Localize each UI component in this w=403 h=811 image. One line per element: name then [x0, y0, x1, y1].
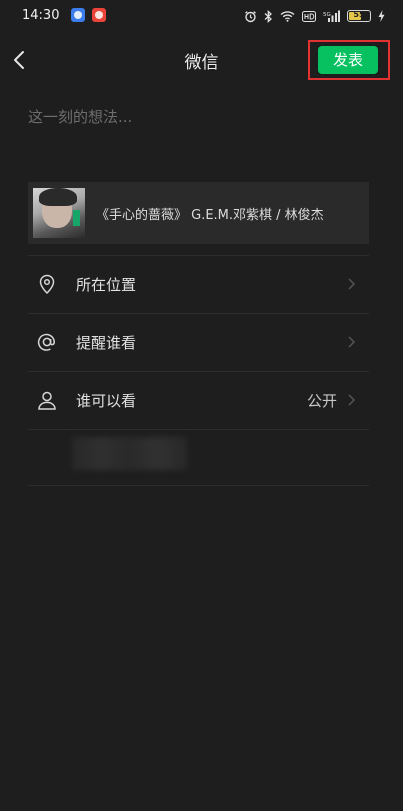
svg-text:5G: 5G [323, 12, 331, 18]
notification-app-icon [71, 8, 85, 22]
option-label-mention: 提醒谁看 [76, 334, 137, 352]
signal-icon: 5G [323, 10, 340, 22]
at-sign-icon [37, 333, 55, 351]
battery-icon: 55 [347, 10, 371, 22]
option-row-mention[interactable]: 提醒谁看 [28, 313, 369, 371]
battery-level: 55 [353, 10, 365, 19]
alarm-icon [245, 10, 256, 22]
option-label-location: 所在位置 [76, 276, 137, 294]
chevron-right-icon [348, 278, 356, 290]
option-row-visibility[interactable]: 谁可以看 公开 [28, 371, 369, 429]
charging-icon [378, 10, 385, 22]
option-row-location[interactable]: 所在位置 [28, 255, 369, 313]
hd-icon [302, 10, 316, 22]
music-share-card[interactable]: 《手心的蔷薇》 G.E.M.邓紫棋 / 林俊杰 [28, 182, 369, 244]
location-pin-icon [39, 274, 55, 295]
option-value-visibility: 公开 [306, 392, 337, 410]
status-time: 14:30 [22, 8, 60, 23]
blurred-content [72, 437, 187, 470]
wifi-icon [280, 11, 295, 22]
moment-text-input[interactable] [28, 104, 368, 130]
chevron-right-icon [348, 394, 356, 406]
status-bar: 14:30 5G 55 [0, 0, 403, 34]
chevron-right-icon [348, 336, 356, 348]
song-title: 《手心的蔷薇》 G.E.M.邓紫棋 / 林俊杰 [96, 208, 324, 223]
top-bar: 微信 发表 [0, 34, 403, 86]
publish-button[interactable]: 发表 [318, 46, 378, 74]
bluetooth-icon [264, 9, 272, 23]
publish-highlight-frame: 发表 [308, 40, 390, 80]
notification-app-icon-secondary [92, 8, 106, 22]
divider [28, 485, 369, 486]
person-icon [38, 391, 56, 410]
system-icons: 5G 55 [244, 8, 385, 24]
album-cover [33, 188, 85, 238]
option-label-visibility: 谁可以看 [76, 392, 137, 410]
